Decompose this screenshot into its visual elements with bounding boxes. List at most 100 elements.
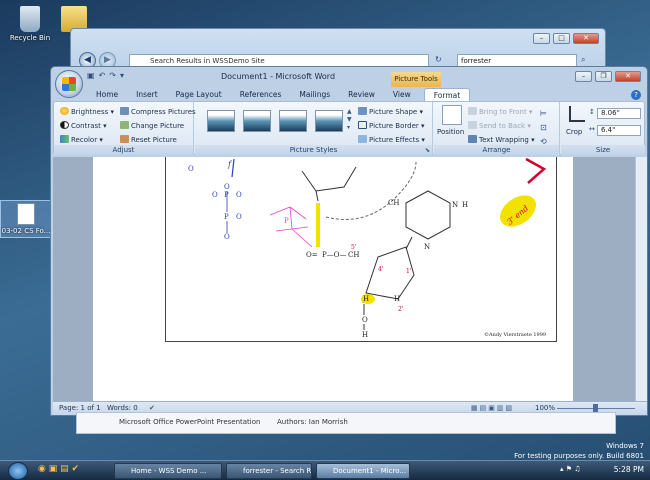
picture-style-thumbnail[interactable] — [207, 110, 235, 132]
phosphorus-label: P — [284, 217, 289, 225]
bond-o-label: O= — [306, 251, 318, 259]
ch3-label: CH — [388, 199, 399, 207]
document-page[interactable]: O f O O P O P O O P O= P—O— CH 5' 4' 1' … — [93, 157, 573, 401]
tab-view[interactable]: View — [384, 88, 420, 102]
phosphorus-label: P — [224, 213, 229, 221]
reset-picture-icon — [120, 135, 129, 143]
taskbar-item-document1[interactable]: Document1 - Micro... — [316, 463, 410, 479]
close-button[interactable]: ✕ — [615, 71, 641, 82]
refresh-icon[interactable]: ↻ — [435, 55, 442, 64]
quick-access-toolbar: ▣ ↶ ↷ ▾ — [87, 71, 124, 80]
picture-tools-label: Picture Tools — [391, 72, 441, 87]
minimize-button[interactable]: – — [533, 33, 550, 44]
hydroxyl-o-label: O — [362, 316, 368, 324]
tab-home[interactable]: Home — [87, 88, 127, 102]
group-picture-styles: ▲ ▼ ▾ Picture Shape ▾ Picture Border ▾ Pic… — [195, 102, 433, 155]
close-button[interactable]: ✕ — [573, 33, 599, 44]
recolor-button[interactable]: Recolor ▾ — [60, 135, 103, 144]
selected-picture[interactable]: O f O O P O P O O P O= P—O— CH 5' 4' 1' … — [165, 157, 557, 342]
taskbar-item-wss-demo[interactable]: Home - WSS Demo ... — [114, 463, 222, 479]
phosphate-o-label: O — [212, 191, 218, 199]
background-window-strip: Microsoft Office PowerPoint Presentation… — [76, 412, 616, 434]
svg-text:P—O—: P—O— — [322, 251, 346, 259]
recycle-bin-icon — [20, 6, 40, 32]
highlight-bond — [316, 203, 320, 247]
dialog-launcher-icon[interactable]: ⬊ — [425, 147, 430, 154]
desktop-icon-file[interactable]: 03-02 CS Fo... — [0, 200, 52, 238]
position-button[interactable]: Position — [437, 128, 464, 136]
clock[interactable]: 5:28 PM — [614, 465, 644, 474]
start-button[interactable] — [8, 462, 28, 480]
align-icons[interactable]: ⊨ ⊡ ⟲ — [540, 107, 547, 149]
text-wrapping-button[interactable]: Text Wrapping ▾ — [468, 135, 535, 144]
group-adjust: Brightness ▾ Contrast ▾ Recolor ▾ Compre… — [54, 102, 196, 155]
recolor-icon — [60, 135, 69, 143]
crop-icon — [569, 106, 585, 122]
bring-to-front-button[interactable]: Bring to Front ▾ — [468, 107, 532, 116]
vertical-scrollbar[interactable] — [635, 157, 647, 401]
picture-border-button[interactable]: Picture Border ▾ — [358, 121, 425, 130]
hydrogen-label: H — [394, 295, 400, 303]
redo-icon[interactable]: ↷ — [109, 71, 116, 80]
watermark-line2: For testing purposes only. Build 6801 — [514, 452, 644, 460]
tab-format[interactable]: Format — [423, 88, 471, 102]
taskbar-item-forrester[interactable]: forrester - Search Re... — [226, 463, 312, 479]
tray-icons[interactable]: ▴ ⚑ ♫ — [560, 465, 581, 473]
nucleotide-diagram: O f O O P O P O O P O= P—O— CH 5' 4' 1' … — [188, 157, 547, 339]
picture-effects-button[interactable]: Picture Effects ▾ — [358, 135, 425, 144]
office-button[interactable] — [55, 70, 83, 98]
picture-style-thumbnail[interactable] — [315, 110, 343, 132]
width-field[interactable]: 6.4" — [597, 125, 641, 136]
phosphate-o-label: O — [236, 191, 242, 199]
text-wrapping-icon — [468, 135, 477, 143]
tab-page-layout[interactable]: Page Layout — [167, 88, 231, 102]
phosphate-o-label: O — [188, 165, 194, 173]
gallery-scroll-icon[interactable]: ▲ ▼ ▾ — [347, 108, 352, 132]
crop-button[interactable]: Crop — [566, 128, 582, 136]
prime-label: 1' — [406, 268, 412, 275]
tab-review[interactable]: Review — [339, 88, 384, 102]
ribbon-tabs: Home Insert Page Layout References Maili… — [81, 88, 471, 102]
contrast-button[interactable]: Contrast ▾ — [60, 121, 107, 130]
tab-references[interactable]: References — [231, 88, 291, 102]
group-label: Picture Styles — [195, 145, 432, 155]
change-picture-button[interactable]: Change Picture — [120, 121, 184, 130]
save-icon[interactable]: ▣ — [87, 71, 95, 80]
prime-label: 2' — [398, 306, 404, 313]
send-to-back-icon — [468, 121, 477, 129]
phosphate-o-label: O — [224, 233, 230, 241]
height-field[interactable]: 8.06" — [597, 108, 641, 119]
picture-shape-icon — [358, 107, 367, 115]
hydrogen-label: H — [362, 331, 368, 339]
authors-label: Authors: Ian Morrish — [277, 418, 348, 426]
undo-icon[interactable]: ↶ — [99, 71, 106, 80]
bring-to-front-icon — [468, 107, 477, 115]
tab-mailings[interactable]: Mailings — [290, 88, 339, 102]
ribbon: Brightness ▾ Contrast ▾ Recolor ▾ Compre… — [53, 101, 645, 155]
nitrogen-label: N — [424, 243, 430, 251]
compress-pictures-button[interactable]: Compress Pictures — [120, 107, 196, 116]
brightness-icon — [60, 107, 69, 115]
word-window: ▣ ↶ ↷ ▾ Document1 - Microsoft Word Pictu… — [50, 66, 648, 416]
quick-launch-icons[interactable]: ◉ ▣ ▤ ✔ — [38, 464, 79, 474]
help-icon[interactable]: ? — [631, 90, 641, 100]
group-label: Size — [561, 145, 645, 155]
reset-picture-button[interactable]: Reset Picture — [120, 135, 177, 144]
desktop-icon-label: 03-02 CS Fo... — [1, 227, 51, 235]
picture-style-thumbnail[interactable] — [279, 110, 307, 132]
search-icon[interactable]: ⌕ — [581, 55, 585, 65]
group-label: Arrange — [434, 145, 559, 155]
maximize-button[interactable]: □ — [553, 33, 570, 44]
picture-style-thumbnail[interactable] — [243, 110, 271, 132]
picture-shape-button[interactable]: Picture Shape ▾ — [358, 107, 423, 116]
change-picture-icon — [120, 121, 129, 129]
minimize-button[interactable]: – — [575, 71, 592, 82]
window-title: Document1 - Microsoft Word — [221, 72, 336, 81]
document-area: O f O O P O P O O P O= P—O— CH 5' 4' 1' … — [53, 157, 635, 401]
restore-button[interactable]: ❐ — [595, 71, 612, 82]
send-to-back-button[interactable]: Send to Back ▾ — [468, 121, 531, 130]
document-icon — [17, 203, 35, 225]
brightness-button[interactable]: Brightness ▾ — [60, 107, 114, 116]
tab-insert[interactable]: Insert — [127, 88, 167, 102]
customize-qat-icon[interactable]: ▾ — [120, 71, 124, 80]
